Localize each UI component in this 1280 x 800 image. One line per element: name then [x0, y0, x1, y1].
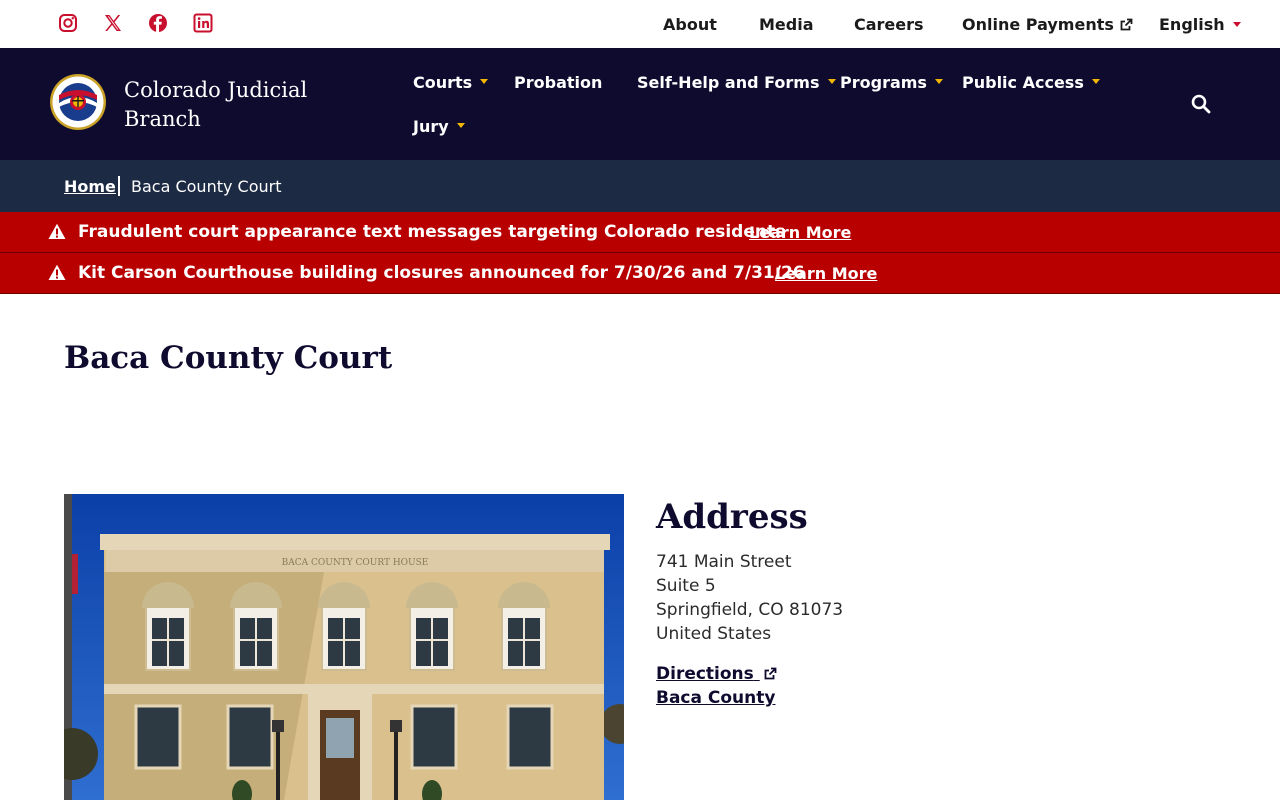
- nav-jury[interactable]: Jury: [413, 117, 465, 136]
- site-name[interactable]: Colorado Judicial Branch: [124, 76, 344, 134]
- breadcrumb-separator: [118, 176, 120, 196]
- breadcrumb: Home Baca County Court: [0, 160, 1280, 212]
- search-icon[interactable]: [1190, 93, 1212, 115]
- site-name-line: Branch: [124, 107, 201, 131]
- nav-probation[interactable]: Probation: [514, 73, 602, 92]
- nav-label: Jury: [413, 117, 449, 136]
- chevron-down-icon: [480, 79, 489, 84]
- utility-link-label: About: [663, 14, 717, 34]
- utility-link-about[interactable]: About: [663, 0, 717, 48]
- language-selector[interactable]: English: [1159, 0, 1241, 48]
- directions-link[interactable]: Directions: [656, 664, 777, 684]
- site-header: Colorado Judicial Branch Courts Probatio…: [0, 48, 1280, 160]
- utility-link-label: Online Payments: [962, 14, 1114, 34]
- external-link-icon: [1120, 18, 1133, 30]
- utility-bar: About Media Careers Online Payments Engl…: [0, 0, 1280, 48]
- nav-public-access[interactable]: Public Access: [962, 73, 1100, 92]
- photo-building-inscription: BACA COUNTY COURT HOUSE: [282, 558, 429, 568]
- page-title: Baca County Court: [64, 340, 393, 376]
- alert-banner: Fraudulent court appearance text message…: [0, 212, 1280, 253]
- external-link-icon: [764, 667, 777, 680]
- warning-icon: [48, 264, 66, 280]
- social-links: [58, 13, 238, 33]
- alert-text: Fraudulent court appearance text message…: [78, 222, 786, 242]
- linkedin-icon[interactable]: [193, 13, 213, 33]
- utility-link-media[interactable]: Media: [759, 0, 814, 48]
- alert-learn-more-link[interactable]: Learn More: [775, 264, 877, 283]
- utility-link-label: Careers: [854, 14, 924, 34]
- site-name-line: Colorado Judicial: [124, 78, 308, 102]
- address-city-state-zip: Springfield, CO 81073: [656, 600, 844, 620]
- colorado-courts-seal-logo[interactable]: [49, 73, 107, 131]
- alert-learn-more-link[interactable]: Learn More: [749, 223, 851, 242]
- alert-banner: Kit Carson Courthouse building closures …: [0, 253, 1280, 294]
- nav-courts[interactable]: Courts: [413, 73, 489, 92]
- directions-label: Directions: [656, 664, 754, 684]
- x-twitter-icon[interactable]: [103, 13, 123, 33]
- address-heading: Address: [656, 497, 808, 537]
- utility-link-label: Media: [759, 14, 814, 34]
- county-link[interactable]: Baca County: [656, 688, 775, 708]
- breadcrumb-home-link[interactable]: Home: [64, 177, 116, 196]
- nav-label: Self-Help and Forms: [637, 73, 820, 92]
- facebook-icon[interactable]: [148, 13, 168, 33]
- chevron-down-icon: [1091, 79, 1100, 84]
- instagram-icon[interactable]: [58, 13, 78, 33]
- nav-label: Public Access: [962, 73, 1084, 92]
- chevron-down-icon: [934, 79, 943, 84]
- nav-label: Courts: [413, 73, 473, 92]
- language-label: English: [1159, 14, 1225, 34]
- utility-link-online-payments[interactable]: Online Payments: [962, 0, 1133, 48]
- nav-self-help-and-forms[interactable]: Self-Help and Forms: [637, 73, 836, 92]
- chevron-down-icon: [1232, 21, 1241, 27]
- chevron-down-icon: [456, 123, 465, 128]
- courthouse-photo: BACA COUNTY COURT HOUSE: [64, 494, 624, 800]
- address-suite: Suite 5: [656, 576, 716, 596]
- address-country: United States: [656, 624, 772, 644]
- warning-icon: [48, 223, 66, 239]
- alert-text: Kit Carson Courthouse building closures …: [78, 263, 805, 283]
- chevron-down-icon: [827, 79, 836, 84]
- nav-programs[interactable]: Programs: [840, 73, 943, 92]
- utility-link-careers[interactable]: Careers: [854, 0, 924, 48]
- breadcrumb-current: Baca County Court: [131, 177, 282, 196]
- nav-label: Programs: [840, 73, 927, 92]
- nav-label: Probation: [514, 73, 603, 92]
- address-street: 741 Main Street: [656, 552, 792, 572]
